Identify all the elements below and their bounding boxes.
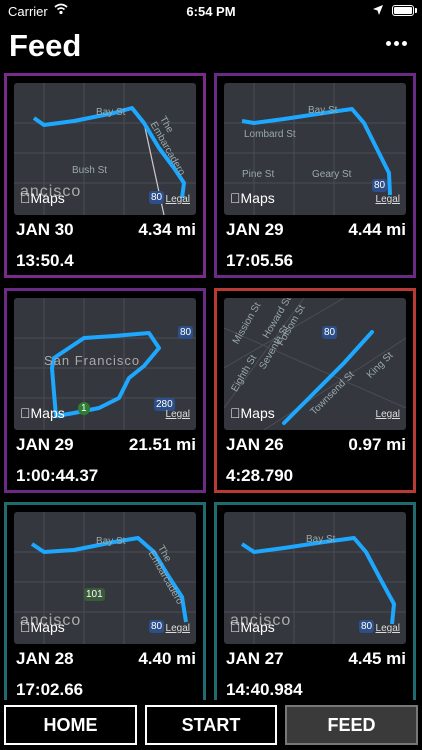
legal-link[interactable]: Legal xyxy=(166,409,190,420)
ellipsis-icon[interactable] xyxy=(386,36,410,50)
street-label: Bay St xyxy=(96,107,126,118)
run-card[interactable]: San Francisco 80 280 1 Maps Legal JAN 2… xyxy=(4,288,206,493)
highway-shield-icon: 80 xyxy=(372,179,388,192)
legal-link[interactable]: Legal xyxy=(376,623,400,634)
run-date: JAN 27 xyxy=(226,649,284,668)
run-distance: 4.40 mi xyxy=(138,649,196,668)
apple-icon:  xyxy=(20,619,31,635)
route-map: Bay St Lombard St Pine St Geary St 80 M… xyxy=(224,83,406,215)
apple-icon:  xyxy=(230,405,241,421)
highway-shield-icon: 80 xyxy=(359,620,375,633)
highway-shield-icon: 80 xyxy=(149,620,165,633)
legal-link[interactable]: Legal xyxy=(166,623,190,634)
legal-link[interactable]: Legal xyxy=(376,409,400,420)
run-duration: 13:50.4 xyxy=(16,251,74,270)
street-label: Lombard St xyxy=(244,129,296,140)
street-label: Bay St xyxy=(96,536,126,547)
run-date: JAN 26 xyxy=(226,435,284,454)
tab-home[interactable]: HOME xyxy=(4,705,137,745)
page-title: Feed xyxy=(9,28,82,63)
tab-bar: HOME START FEED xyxy=(0,700,422,750)
street-label: Bay St xyxy=(306,534,336,545)
run-distance: 4.44 mi xyxy=(348,220,406,239)
run-distance: 21.51 mi xyxy=(128,435,196,454)
street-label: Bay St xyxy=(308,105,338,116)
run-card[interactable]: Bay St The Embarcadero Bush St ancisco 8… xyxy=(4,73,206,278)
route-marker-icon: 1 xyxy=(78,402,90,415)
run-date: JAN 28 xyxy=(16,649,74,668)
apple-maps-logo: Maps xyxy=(20,190,65,206)
street-label: Bush St xyxy=(72,165,108,176)
apple-icon:  xyxy=(20,405,31,421)
tab-feed[interactable]: FEED xyxy=(285,705,418,745)
run-distance: 4.34 mi xyxy=(138,220,196,239)
route-map: San Francisco 80 280 1 Maps Legal xyxy=(14,298,196,430)
status-bar: Carrier 6:54 PM xyxy=(0,0,422,22)
run-card[interactable]: Bay St The Embarcadero ancisco 80 101 M… xyxy=(4,502,206,707)
apple-icon:  xyxy=(230,190,241,206)
run-card[interactable]: Bay St Lombard St Pine St Geary St 80 M… xyxy=(214,73,416,278)
run-duration: 1:00:44.37 xyxy=(16,466,99,485)
route-map: Bay St The Embarcadero ancisco 80 101 M… xyxy=(14,512,196,644)
run-date: JAN 29 xyxy=(16,435,74,454)
run-duration: 17:02.66 xyxy=(16,680,84,699)
run-date: JAN 30 xyxy=(16,220,74,239)
city-label: San Francisco xyxy=(44,353,141,368)
battery-icon xyxy=(392,5,414,16)
run-distance: 4.45 mi xyxy=(348,649,406,668)
status-time: 6:54 PM xyxy=(186,4,236,19)
highway-shield-icon: 80 xyxy=(149,191,165,204)
highway-shield-icon: 80 xyxy=(178,326,194,339)
location-arrow-icon xyxy=(373,5,383,15)
apple-maps-logo: Maps xyxy=(20,619,65,635)
legal-link[interactable]: Legal xyxy=(376,194,400,205)
run-distance: 0.97 mi xyxy=(348,435,406,454)
run-duration: 14:40.984 xyxy=(226,680,303,699)
apple-icon:  xyxy=(230,619,241,635)
highway-shield-icon: 101 xyxy=(84,588,105,601)
run-duration: 17:05.56 xyxy=(226,251,294,270)
route-map: Bay St The Embarcadero Bush St ancisco 8… xyxy=(14,83,196,215)
run-date: JAN 29 xyxy=(226,220,284,239)
route-map: Bay St ancisco 80 Maps Legal xyxy=(224,512,406,644)
street-label: Geary St xyxy=(312,169,352,180)
apple-maps-logo: Maps xyxy=(230,190,275,206)
street-label: Pine St xyxy=(242,169,275,180)
apple-icon:  xyxy=(20,190,31,206)
route-map: Mission St Howard St Folsom St Seventh S… xyxy=(224,298,406,430)
highway-shield-icon: 80 xyxy=(322,326,338,339)
run-duration: 4:28.790 xyxy=(226,466,294,485)
apple-maps-logo: Maps xyxy=(230,405,275,421)
run-card[interactable]: Bay St ancisco 80 Maps Legal JAN 27 4.4… xyxy=(214,502,416,707)
apple-maps-logo: Maps xyxy=(230,619,275,635)
tab-start[interactable]: START xyxy=(145,705,277,745)
battery-tip xyxy=(415,8,417,13)
run-card[interactable]: Mission St Howard St Folsom St Seventh S… xyxy=(214,288,416,493)
apple-maps-logo: Maps xyxy=(20,405,65,421)
legal-link[interactable]: Legal xyxy=(166,194,190,205)
